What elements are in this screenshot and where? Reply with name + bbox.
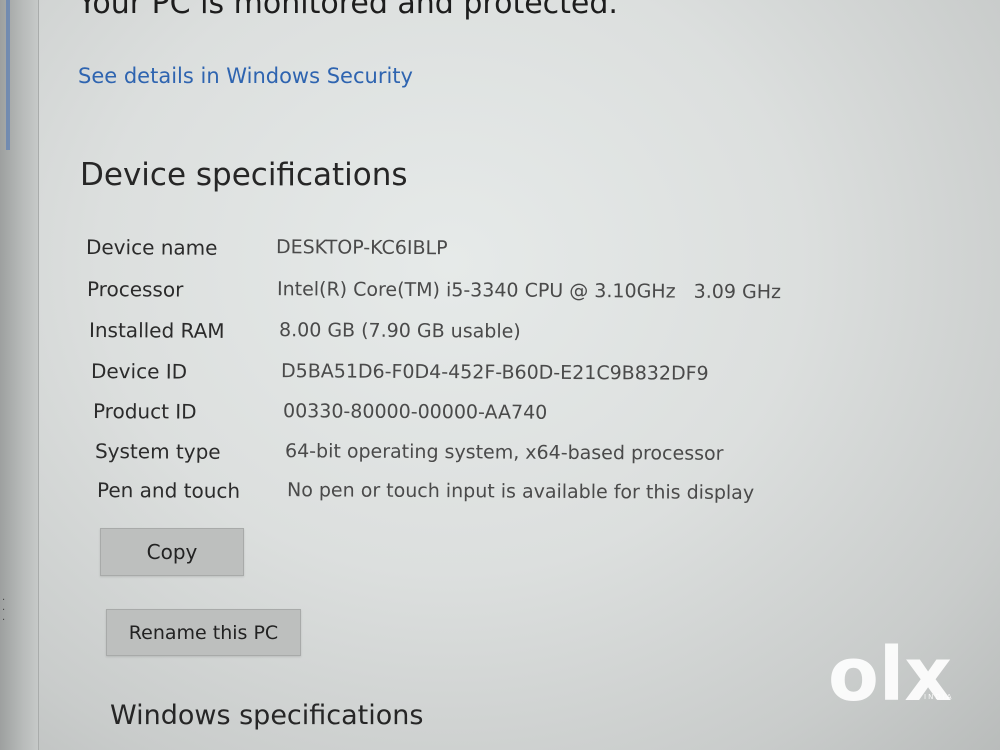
spec-label: Pen and touch (96, 478, 241, 503)
spec-value: No pen or touch input is available for t… (286, 479, 755, 505)
settings-nav-edge (0, 0, 39, 750)
windows-specifications-title: Windows specifications (110, 700, 424, 731)
spec-value: D5BA51D6-F0D4-452F-B60D-E21C9B832DF9 (280, 360, 709, 385)
spec-label: Product ID (92, 399, 197, 424)
nav-selection-indicator (6, 0, 10, 150)
spec-value: DESKTOP-KC6IBLP (275, 236, 448, 260)
screen-specks: · · · (2, 595, 6, 626)
spec-value: 64-bit operating system, x64-based proce… (284, 440, 724, 465)
spec-label: Device ID (90, 359, 188, 384)
spec-label: System type (94, 439, 221, 464)
spec-value: Intel(R) Core(TM) i5-3340 CPU @ 3.10GHz … (276, 278, 782, 304)
device-specifications-title: Device specifications (80, 157, 408, 193)
spec-value: 8.00 GB (7.90 GB usable) (278, 319, 521, 343)
settings-about-screen: · · · Your PC is monitored and protected. … (0, 0, 1000, 750)
spec-label: Installed RAM (88, 318, 225, 343)
spec-label: Processor (86, 277, 184, 302)
protection-status-text: Your PC is monitored and protected. (78, 0, 618, 21)
rename-pc-button[interactable]: Rename this PC (106, 609, 301, 656)
windows-security-link[interactable]: See details in Windows Security (78, 64, 413, 88)
spec-value: 00330-80000-00000-AA740 (282, 400, 548, 424)
copy-button[interactable]: Copy (100, 528, 244, 576)
spec-label: Device name (85, 235, 218, 260)
olx-watermark-sub: INDIA (924, 693, 954, 701)
